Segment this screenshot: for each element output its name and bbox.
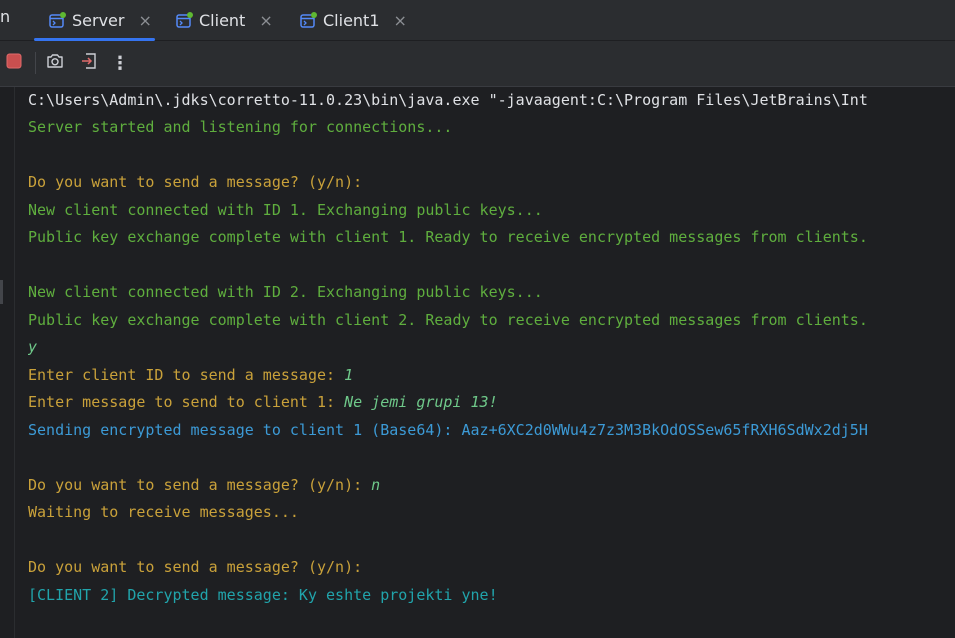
- run-tab-bar: n Server × Client × Client1 ×: [0, 0, 955, 41]
- console-line: C:\Users\Admin\.jdks\corretto-11.0.23\bi…: [28, 91, 868, 109]
- tab-server[interactable]: Server ×: [34, 0, 155, 41]
- partial-tab-label[interactable]: n: [0, 7, 10, 26]
- run-config-icon: [176, 11, 193, 29]
- user-input: n: [371, 476, 381, 494]
- stop-button[interactable]: [3, 52, 25, 74]
- tab-label: Server: [72, 10, 125, 30]
- console-line: Server started and listening for connect…: [28, 118, 453, 136]
- close-icon[interactable]: ×: [138, 11, 151, 30]
- tab-label: Client1: [323, 10, 380, 30]
- more-icon[interactable]: ⋮: [109, 52, 131, 74]
- exit-button[interactable]: [78, 52, 100, 74]
- run-config-icon: [49, 11, 66, 29]
- console-gutter: [0, 87, 15, 638]
- exit-icon: [80, 52, 98, 74]
- run-config-icon: [300, 11, 317, 29]
- console-line: Do you want to send a message? (y/n):: [28, 558, 363, 576]
- console-line: New client connected with ID 1. Exchangi…: [28, 201, 543, 219]
- console-line: Enter message to send to client 1: Ne je…: [28, 393, 498, 411]
- gutter-marker: [0, 280, 3, 304]
- tab-label: Client: [199, 10, 246, 30]
- console-line: [CLIENT 2] Decrypted message: Ky eshte p…: [28, 586, 498, 604]
- camera-icon: [46, 53, 64, 73]
- screenshot-button[interactable]: [44, 52, 66, 74]
- console-line: Public key exchange complete with client…: [28, 311, 868, 329]
- console-line: y: [28, 338, 38, 356]
- console-toolbar: ⋮: [0, 41, 955, 87]
- console-line: Sending encrypted message to client 1 (B…: [28, 421, 868, 439]
- console-line: New client connected with ID 2. Exchangi…: [28, 283, 543, 301]
- tab-client1[interactable]: Client1 ×: [300, 0, 407, 40]
- stop-square-icon: [6, 53, 22, 73]
- tab-client[interactable]: Client ×: [176, 0, 273, 40]
- close-icon[interactable]: ×: [259, 11, 272, 30]
- console-output[interactable]: C:\Users\Admin\.jdks\corretto-11.0.23\bi…: [28, 87, 955, 638]
- user-input: Ne jemi grupi 13!: [344, 393, 498, 411]
- user-input: 1: [344, 366, 354, 384]
- console-line: Do you want to send a message? (y/n): n: [28, 476, 381, 494]
- toolbar-divider: [35, 52, 36, 74]
- close-icon[interactable]: ×: [394, 11, 407, 30]
- console-line: Public key exchange complete with client…: [28, 228, 868, 246]
- console-line: Do you want to send a message? (y/n):: [28, 173, 363, 191]
- console-line: Enter client ID to send a message: 1: [28, 366, 354, 384]
- console-line: Waiting to receive messages...: [28, 503, 299, 521]
